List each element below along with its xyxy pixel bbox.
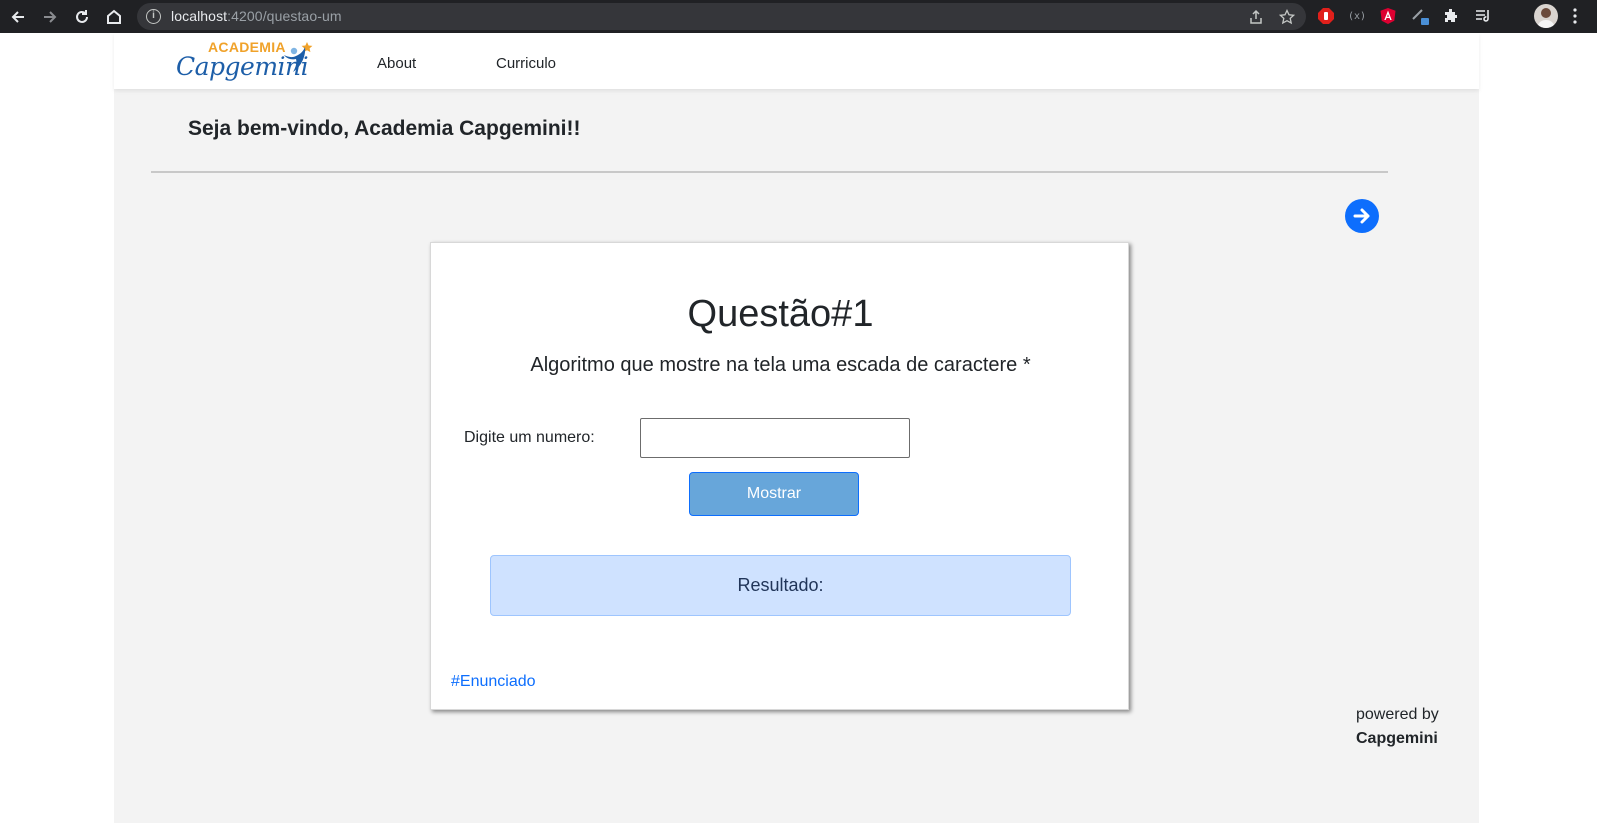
- info-icon[interactable]: i: [146, 9, 161, 24]
- page-content: ACADEMIA Capgemini About Curriculo Seja …: [114, 33, 1479, 823]
- question-description: Algoritmo que mostre na tela uma escada …: [530, 354, 1031, 376]
- number-input[interactable]: [640, 418, 910, 458]
- address-bar[interactable]: i localhost:4200/questao-um: [137, 3, 1306, 30]
- enunciado-link[interactable]: #Enunciado: [451, 673, 536, 691]
- star-icon[interactable]: [1277, 7, 1297, 27]
- profile-avatar[interactable]: [1534, 4, 1558, 28]
- result-box: Resultado:: [490, 555, 1071, 616]
- extensions-icon[interactable]: [1441, 6, 1461, 26]
- result-label: Resultado:: [737, 575, 824, 595]
- academia-capgemini-logo[interactable]: ACADEMIA Capgemini: [176, 39, 316, 85]
- question-title: Questão#1: [687, 293, 874, 335]
- forward-icon[interactable]: [37, 4, 63, 30]
- welcome-heading: Seja bem-vindo, Academia Capgemini!!: [188, 117, 581, 140]
- url-text[interactable]: localhost:4200/questao-um: [171, 8, 342, 24]
- back-icon[interactable]: [5, 4, 31, 30]
- nav-link-about[interactable]: About: [377, 55, 416, 72]
- reading-list-icon[interactable]: [1473, 6, 1493, 26]
- adblock-extension-icon[interactable]: [1316, 6, 1336, 26]
- nav-link-curriculo[interactable]: Curriculo: [496, 55, 556, 72]
- question-card: Questão#1 Algoritmo que mostre na tela u…: [430, 242, 1129, 710]
- show-button[interactable]: Mostrar: [689, 472, 859, 516]
- powered-by-footer: powered by Capgemini: [1356, 703, 1439, 751]
- home-icon[interactable]: [101, 4, 127, 30]
- angular-extension-icon[interactable]: [1378, 6, 1398, 26]
- menu-icon[interactable]: [1565, 6, 1585, 26]
- logo-figure-icon: [284, 42, 313, 72]
- variable-extension-icon[interactable]: (x): [1347, 6, 1367, 26]
- divider: [151, 171, 1388, 173]
- reload-icon[interactable]: [69, 4, 95, 30]
- pen-extension-icon[interactable]: [1410, 6, 1430, 26]
- powered-by-brand: Capgemini: [1356, 730, 1438, 747]
- top-navbar: ACADEMIA Capgemini About Curriculo: [114, 33, 1479, 89]
- share-icon[interactable]: [1246, 7, 1266, 27]
- browser-toolbar: i localhost:4200/questao-um (x): [0, 0, 1597, 33]
- number-input-label: Digite um numero:: [464, 429, 595, 446]
- next-question-button[interactable]: [1345, 199, 1379, 233]
- arrow-right-icon: [1353, 208, 1370, 224]
- powered-by-text: powered by: [1356, 706, 1439, 723]
